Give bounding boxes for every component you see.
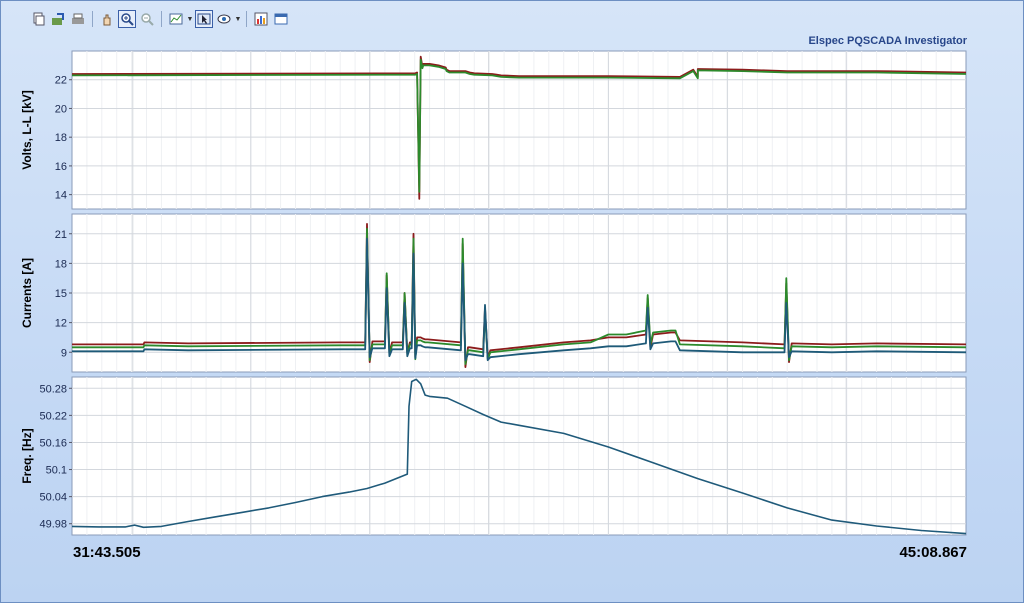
current-axis-label: Currents [A] — [20, 258, 34, 328]
y-tick-label: 49.98 — [39, 519, 67, 531]
frequency-axis-label: Freq. [Hz] — [20, 428, 34, 483]
y-tick-label: 9 — [61, 347, 67, 359]
current-panel: 9 12 15 18 21 Currents [A] — [20, 213, 967, 373]
y-tick-label: 20 — [55, 103, 67, 115]
voltage-axis-label: Volts, L-L [kV] — [20, 90, 34, 170]
y-tick-label: 22 — [55, 75, 67, 87]
y-tick-label: 50.04 — [39, 492, 67, 504]
y-tick-label: 50.28 — [39, 383, 67, 395]
frequency-panel: 49.98 50.04 50.1 50.16 50.22 50.28 Freq. [Hz] — [20, 376, 967, 536]
y-tick-label: 12 — [55, 318, 67, 330]
y-tick-label: 16 — [55, 161, 67, 173]
y-tick-label: 15 — [55, 288, 67, 300]
time-end-label: 45:08.867 — [899, 544, 967, 561]
y-tick-label: 18 — [55, 258, 67, 270]
y-tick-label: 50.1 — [46, 465, 67, 477]
investigator-window: ▼ ▼ Elspec PQSCADA Investigator 14 16 18 20 2… — [0, 0, 1024, 603]
trend-chart[interactable]: 14 16 18 20 22 Volts, L-L [kV] 9 12 15 18 21 Curren… — [1, 1, 1023, 602]
y-tick-label: 21 — [55, 229, 67, 241]
y-tick-label: 50.16 — [39, 437, 67, 449]
y-tick-label: 18 — [55, 132, 67, 144]
y-tick-label: 14 — [55, 190, 67, 202]
time-start-label: 31:43.505 — [73, 544, 141, 561]
voltage-panel: 14 16 18 20 22 Volts, L-L [kV] — [20, 50, 967, 210]
y-tick-label: 50.22 — [39, 410, 67, 422]
